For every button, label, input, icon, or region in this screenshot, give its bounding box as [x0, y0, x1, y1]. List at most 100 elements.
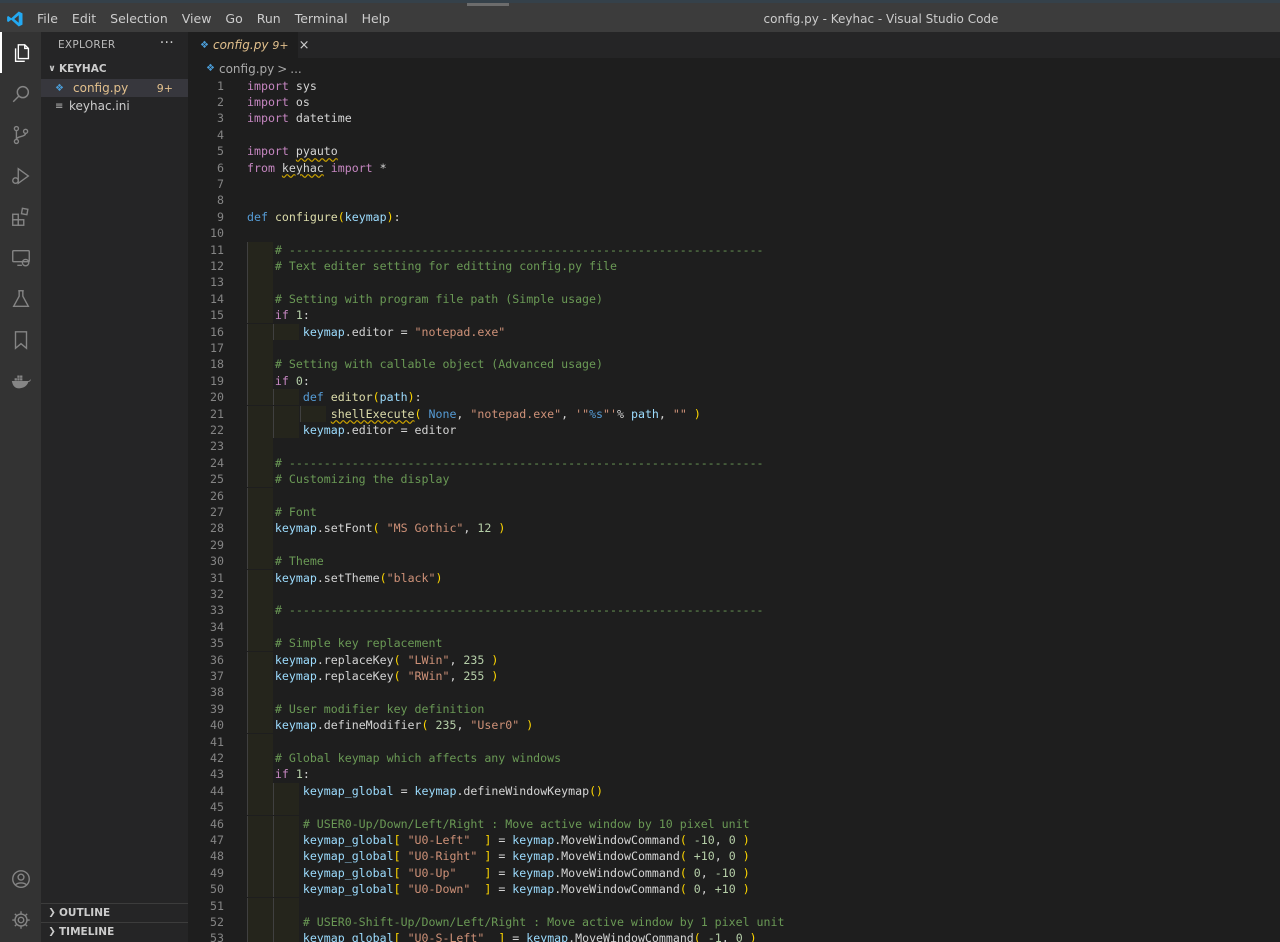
- extensions-icon[interactable]: [0, 196, 41, 237]
- line-number: 22: [210, 422, 224, 437]
- line-number: 33: [210, 603, 224, 618]
- code-token: ): [491, 668, 499, 683]
- code-token: path: [630, 406, 659, 421]
- code-token: 0: [295, 373, 303, 388]
- code-line: 12 # Text editer setting for editting co…: [188, 257, 1280, 275]
- chevron-right-icon: ❯: [48, 927, 56, 937]
- line-number: 26: [210, 488, 224, 503]
- timeline-section[interactable]: ❯ TIMELINE: [41, 922, 188, 941]
- code-token: "RWin": [407, 668, 450, 683]
- problem-count-badge: 9+: [156, 81, 173, 95]
- line-number: 5: [217, 144, 224, 159]
- outline-label: OUTLINE: [59, 907, 111, 919]
- outline-section[interactable]: ❯ OUTLINE: [41, 903, 188, 922]
- code-token: def: [302, 390, 324, 405]
- code-token: ,: [456, 718, 471, 733]
- code-line: 53 keymap_global[ "U0-S-Left" ] = keymap…: [188, 930, 1280, 942]
- code-token: keymap: [512, 849, 555, 864]
- code-token: "User0": [470, 718, 520, 733]
- line-number: 53: [210, 931, 224, 942]
- code-line: 25 # Customizing the display: [188, 471, 1280, 488]
- code-token: 1: [295, 308, 303, 323]
- more-actions-icon[interactable]: ···: [160, 35, 174, 51]
- code-line: 47 keymap_global[ "U0-Left" ] = keymap.M…: [188, 831, 1280, 849]
- line-number: 23: [210, 439, 224, 454]
- code-token: .setFont: [316, 521, 373, 536]
- code-token: =: [491, 832, 513, 847]
- line-number: 36: [210, 652, 224, 667]
- code-token: keymap: [414, 783, 457, 798]
- code-token: "U0-Up": [407, 865, 457, 880]
- file-keyhac-ini[interactable]: ≡ keyhac.ini: [41, 97, 188, 115]
- close-icon[interactable]: ×: [299, 38, 310, 53]
- code-line: 38: [188, 684, 1280, 701]
- code-token: ,: [456, 406, 471, 421]
- docker-icon[interactable]: [0, 360, 41, 401]
- line-number: 9: [217, 209, 224, 224]
- code-token: configure: [274, 209, 338, 224]
- code-token: import: [330, 160, 373, 175]
- testing-icon[interactable]: [0, 278, 41, 319]
- explorer-header: EXPLORER ···: [41, 32, 188, 58]
- code-token: keymap_global: [302, 865, 394, 880]
- code-token: (: [693, 931, 701, 942]
- code-token: # Customizing the display: [274, 472, 450, 487]
- code-line: 17: [188, 339, 1280, 357]
- code-token: ,: [714, 849, 729, 864]
- code-text: # User modifier key definition: [247, 701, 484, 717]
- code-token: "U0-Left": [407, 832, 471, 847]
- file-config-py[interactable]: ❖ config.py 9+: [41, 79, 188, 97]
- code-editor[interactable]: 1 import sys 2 import os 3 import datetime 4 5 i…: [188, 79, 1280, 942]
- bookmarks-icon[interactable]: [0, 319, 41, 360]
- code-token: ,: [658, 406, 673, 421]
- account-icon[interactable]: [0, 858, 41, 899]
- code-token: :: [302, 767, 310, 782]
- code-token: import: [247, 111, 289, 126]
- tab-config-py[interactable]: ❖ config.py 9+ ×: [188, 32, 310, 58]
- code-token: keymap_global: [302, 832, 394, 847]
- code-token: ,: [463, 521, 478, 536]
- breadcrumb-symbol[interactable]: ...: [290, 62, 301, 76]
- remote-explorer-icon[interactable]: [0, 237, 41, 278]
- code-text: keymap_global[ "U0-Left" ] = keymap.Move…: [247, 832, 750, 848]
- code-token: (): [589, 783, 604, 798]
- folder-keyhac[interactable]: ∨ KEYHAC: [41, 59, 188, 79]
- code-line: 10: [188, 225, 1280, 241]
- code-token: 0: [728, 832, 736, 847]
- code-line: 33 # -----------------------------------…: [188, 602, 1280, 619]
- line-number: 38: [210, 685, 224, 700]
- indent-guide: [247, 487, 273, 504]
- code-token: +10: [693, 849, 715, 864]
- code-text: keymap_global[ "U0-Up" ] = keymap.MoveWi…: [247, 865, 750, 881]
- code-token: # --------------------------------------…: [274, 242, 764, 257]
- code-line: 34: [188, 618, 1280, 636]
- search-icon[interactable]: [0, 73, 41, 114]
- chevron-right-icon: ❯: [48, 908, 56, 918]
- line-number: 35: [210, 636, 224, 651]
- run-debug-icon[interactable]: [0, 155, 41, 196]
- code-token: keyhac: [281, 160, 324, 175]
- line-number: 51: [210, 898, 224, 913]
- line-number: 40: [210, 718, 224, 733]
- code-token: ,: [714, 832, 729, 847]
- breadcrumb-file[interactable]: config.py: [219, 62, 274, 76]
- files-icon[interactable]: [0, 32, 41, 73]
- settings-gear-icon[interactable]: [0, 899, 41, 940]
- code-token: ): [693, 406, 701, 421]
- line-number: 20: [210, 390, 224, 405]
- source-control-icon[interactable]: [0, 114, 41, 155]
- code-token: -10: [714, 865, 736, 880]
